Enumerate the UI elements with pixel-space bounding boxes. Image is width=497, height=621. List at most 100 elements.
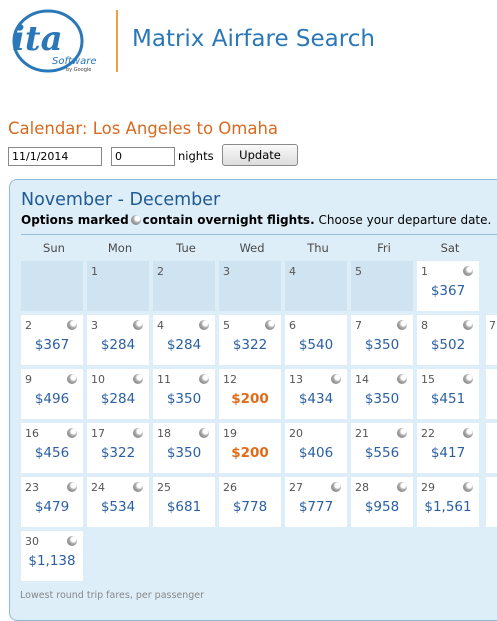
calendar-day-cell[interactable]: 19 $200 <box>219 423 281 473</box>
day-number: 16 <box>25 427 39 440</box>
next-month-day-cell[interactable]: 7 <box>486 315 497 365</box>
calendar-day-cell[interactable]: 15 $451 <box>417 369 479 419</box>
overnight-moon-icon <box>397 320 407 330</box>
calendar-day-cell[interactable]: 10 $284 <box>87 369 149 419</box>
fare-price-link[interactable]: $284 <box>87 337 149 353</box>
day-number: 19 <box>223 427 237 440</box>
fare-price-link[interactable]: $367 <box>417 283 479 299</box>
day-number: 15 <box>421 373 435 386</box>
fare-price-link[interactable]: $200 <box>219 391 281 407</box>
next-month-day-cell[interactable] <box>486 477 497 527</box>
calendar-day-cell[interactable]: 16 $456 <box>21 423 83 473</box>
fare-price-link[interactable]: $322 <box>87 445 149 461</box>
overnight-moon-icon <box>463 374 473 384</box>
note-rest: Choose your departure date. <box>318 213 492 227</box>
fare-price-link[interactable]: $350 <box>351 337 413 353</box>
next-month-day-cell[interactable] <box>486 423 497 473</box>
fare-price-link[interactable]: $350 <box>153 391 215 407</box>
calendar-day-cell[interactable]: 17 $322 <box>87 423 149 473</box>
calendar-day-cell[interactable]: 11 $350 <box>153 369 215 419</box>
calendar-cell-empty: 3 <box>219 261 281 311</box>
fare-price-link[interactable]: $534 <box>87 499 149 515</box>
fare-price-link[interactable]: $540 <box>285 337 347 353</box>
note-bold-2: contain overnight flights. <box>142 213 315 227</box>
day-number: 10 <box>91 373 105 386</box>
departure-date-input[interactable] <box>8 147 102 166</box>
calendar-day-cell[interactable]: 24 $534 <box>87 477 149 527</box>
calendar-day-cell[interactable]: 27 $777 <box>285 477 347 527</box>
calendar-day-cell[interactable]: 8 $502 <box>417 315 479 365</box>
dow-sun: Sun <box>43 241 65 255</box>
calendar-day-cell[interactable]: 25 $681 <box>153 477 215 527</box>
calendar-day-cell[interactable]: 18 $350 <box>153 423 215 473</box>
fare-price-link[interactable]: $681 <box>153 499 215 515</box>
calendar-day-cell[interactable]: 21 $556 <box>351 423 413 473</box>
day-number: 6 <box>289 319 296 332</box>
fare-price-link[interactable]: $496 <box>21 391 83 407</box>
calendar-day-cell[interactable]: 3 $284 <box>87 315 149 365</box>
calendar-cell-empty: 1 <box>87 261 149 311</box>
nights-input[interactable] <box>111 147 175 166</box>
fare-price-link[interactable]: $284 <box>87 391 149 407</box>
calendar-day-cell[interactable]: 13 $434 <box>285 369 347 419</box>
day-number: 22 <box>421 427 435 440</box>
fare-price-link[interactable]: $367 <box>21 337 83 353</box>
nights-label: nights <box>178 149 214 163</box>
fare-price-link[interactable]: $451 <box>417 391 479 407</box>
calendar-day-cell[interactable]: 30 $1,138 <box>21 531 83 581</box>
day-number: 2 <box>25 319 32 332</box>
next-month-day-cell[interactable] <box>486 369 497 419</box>
calendar-day-cell[interactable]: 7 $350 <box>351 315 413 365</box>
calendar-day-cell[interactable]: 6 $540 <box>285 315 347 365</box>
fare-price-link[interactable]: $417 <box>417 445 479 461</box>
fare-price-link[interactable]: $284 <box>153 337 215 353</box>
logo-software-text: Software <box>52 56 96 67</box>
calendar-day-cell[interactable]: 28 $958 <box>351 477 413 527</box>
dow-sat: Sat <box>440 241 460 255</box>
day-of-week-header: Sun Mon Tue Wed Thu Fri Sat <box>21 234 497 255</box>
fare-price-link[interactable]: $1,138 <box>21 553 83 569</box>
fare-price-link[interactable]: $406 <box>285 445 347 461</box>
overnight-moon-icon <box>67 428 77 438</box>
fare-price-link[interactable]: $502 <box>417 337 479 353</box>
fare-price-link[interactable]: $479 <box>21 499 83 515</box>
calendar-day-cell[interactable]: 22 $417 <box>417 423 479 473</box>
calendar-heading: Calendar: Los Angeles to Omaha <box>8 119 279 138</box>
day-number: 8 <box>421 319 428 332</box>
calendar-day-cell[interactable]: 9 $496 <box>21 369 83 419</box>
calendar-day-cell[interactable]: 5 $322 <box>219 315 281 365</box>
calendar-day-cell[interactable]: 14 $350 <box>351 369 413 419</box>
overnight-moon-icon <box>463 320 473 330</box>
overnight-moon-icon <box>397 428 407 438</box>
calendar-day-cell[interactable]: 2 $367 <box>21 315 83 365</box>
fare-price-link[interactable]: $556 <box>351 445 413 461</box>
fare-price-link[interactable]: $778 <box>219 499 281 515</box>
calendar-cell-empty: 4 <box>285 261 347 311</box>
fare-price-link[interactable]: $322 <box>219 337 281 353</box>
calendar-day-cell[interactable]: 26 $778 <box>219 477 281 527</box>
fare-price-link[interactable]: $434 <box>285 391 347 407</box>
calendar-day-cell[interactable]: 20 $406 <box>285 423 347 473</box>
fare-price-link[interactable]: $958 <box>351 499 413 515</box>
day-number: 3 <box>91 319 98 332</box>
day-number: 1 <box>421 265 428 278</box>
overnight-moon-icon <box>67 536 77 546</box>
fare-price-link[interactable]: $1,561 <box>417 499 479 515</box>
calendar-day-cell[interactable]: 12 $200 <box>219 369 281 419</box>
ita-software-logo: ita Software by Google <box>12 9 96 73</box>
overnight-moon-icon <box>67 320 77 330</box>
calendar-day-cell[interactable]: 29 $1,561 <box>417 477 479 527</box>
calendar-day-cell[interactable]: 23 $479 <box>21 477 83 527</box>
day-number: 7 <box>489 319 496 332</box>
update-button[interactable]: Update <box>222 144 298 166</box>
fare-price-link[interactable]: $456 <box>21 445 83 461</box>
month-title: November - December <box>21 190 221 210</box>
fare-price-link[interactable]: $350 <box>153 445 215 461</box>
overnight-moon-icon <box>463 428 473 438</box>
fare-price-link[interactable]: $777 <box>285 499 347 515</box>
calendar-day-cell[interactable]: 1 $367 <box>417 261 479 311</box>
day-number: 4 <box>157 319 164 332</box>
calendar-day-cell[interactable]: 4 $284 <box>153 315 215 365</box>
fare-price-link[interactable]: $200 <box>219 445 281 461</box>
fare-price-link[interactable]: $350 <box>351 391 413 407</box>
